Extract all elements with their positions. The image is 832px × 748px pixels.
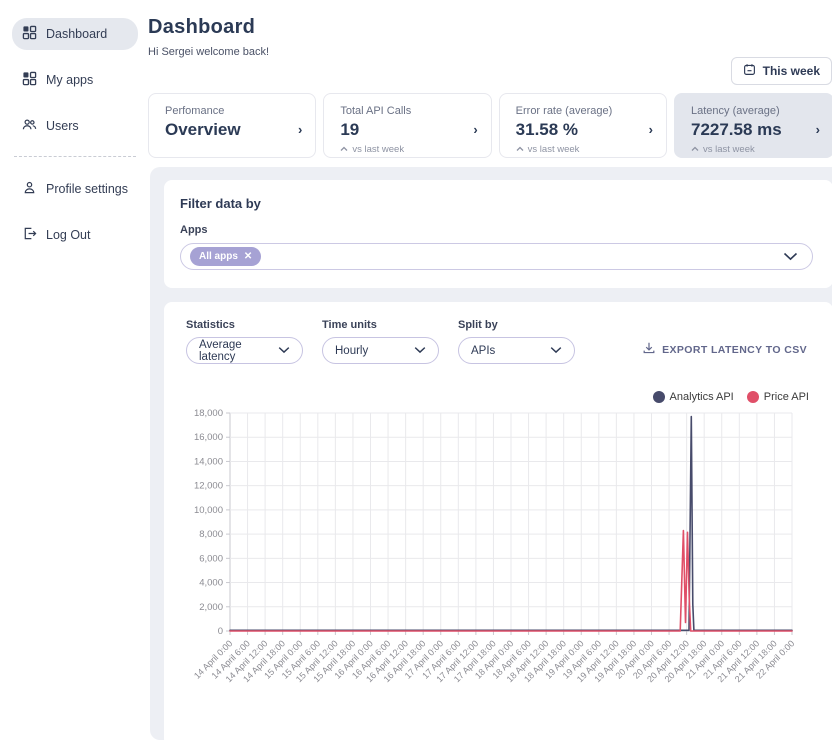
filter-chip-all-apps[interactable]: All apps ✕: [190, 247, 261, 266]
legend-label: Analytics API: [670, 391, 734, 403]
legend-label: Price API: [764, 391, 809, 403]
svg-text:10,000: 10,000: [194, 505, 223, 516]
split-by-select[interactable]: APIs: [458, 337, 575, 364]
sidebar-item-label: My apps: [46, 73, 93, 87]
stat-card-label: Perfomance: [165, 105, 285, 117]
sidebar-item-label: Dashboard: [46, 27, 107, 41]
legend-item: Price API: [747, 391, 809, 403]
export-csv-button[interactable]: EXPORT LATENCY TO CSV: [642, 341, 811, 364]
control-label: Time units: [322, 319, 439, 331]
stat-card-error-rate[interactable]: Error rate (average) 31.58 % vs last wee…: [499, 93, 667, 158]
stat-card-compare: vs last week: [516, 144, 636, 155]
dashboard-panel: Filter data by Apps All apps ✕ Statisti: [150, 167, 832, 740]
stat-card-latency[interactable]: Latency (average) 7227.58 ms vs last wee…: [674, 93, 832, 158]
compare-label: vs last week: [352, 144, 404, 155]
chevron-right-icon[interactable]: ›: [298, 122, 302, 137]
chip-label: All apps: [199, 251, 238, 262]
control-statistics: Statistics Average latency: [186, 319, 303, 364]
chevron-down-icon: [550, 345, 562, 357]
stat-cards-row: Perfomance Overview › Total API Calls 19…: [148, 93, 832, 158]
filter-card: Filter data by Apps All apps ✕: [164, 180, 832, 288]
users-icon: [22, 117, 37, 135]
main-content: Dashboard Hi Sergei welcome back! This w…: [148, 0, 832, 748]
chevron-right-icon[interactable]: ›: [816, 122, 820, 137]
stat-card-label: Latency (average): [691, 105, 803, 117]
user-icon: [22, 180, 37, 198]
control-split-by: Split by APIs: [458, 319, 575, 364]
stat-card-value: 19: [340, 120, 460, 140]
stat-card-compare: vs last week: [691, 144, 803, 155]
grid-icon: [22, 71, 37, 89]
select-value: Average latency: [199, 339, 278, 363]
stat-card-value: 7227.58 ms: [691, 120, 803, 140]
select-value: Hourly: [335, 345, 368, 357]
caret-up-icon: [516, 144, 524, 155]
svg-text:8,000: 8,000: [199, 529, 223, 540]
sidebar-item-label: Log Out: [46, 228, 90, 242]
logout-icon: [22, 226, 37, 244]
chart-controls-row: Statistics Average latency Time units Ho…: [186, 319, 811, 364]
calendar-icon: [743, 63, 756, 79]
period-selector-button[interactable]: This week: [731, 57, 832, 85]
caret-up-icon: [340, 144, 348, 155]
chart-legend: Analytics API Price API: [186, 391, 811, 403]
chevron-down-icon[interactable]: [783, 248, 798, 266]
sidebar-item-profile-settings[interactable]: Profile settings: [12, 173, 138, 205]
stat-card-label: Error rate (average): [516, 105, 636, 117]
time-units-select[interactable]: Hourly: [322, 337, 439, 364]
sidebar-item-label: Profile settings: [46, 182, 128, 196]
stat-card-label: Total API Calls: [340, 105, 460, 117]
chevron-down-icon: [414, 345, 426, 357]
export-label: EXPORT LATENCY TO CSV: [662, 344, 807, 356]
page-title: Dashboard: [148, 16, 832, 39]
apps-select-field[interactable]: All apps ✕: [180, 243, 813, 270]
chevron-right-icon[interactable]: ›: [473, 122, 477, 137]
chart-canvas: 0 2,000 4,000 6,000 8,000 10,000 12,000 14,000 1…: [186, 405, 811, 735]
statistics-select[interactable]: Average latency: [186, 337, 303, 364]
legend-item: Analytics API: [653, 391, 734, 403]
svg-text:6,000: 6,000: [199, 553, 223, 564]
svg-text:12,000: 12,000: [194, 481, 223, 492]
svg-text:16,000: 16,000: [194, 432, 223, 443]
download-icon: [642, 341, 656, 358]
legend-dot: [653, 391, 665, 403]
svg-text:4,000: 4,000: [199, 578, 223, 589]
latency-chart: 0 2,000 4,000 6,000 8,000 10,000 12,000 14,000 1…: [186, 405, 811, 740]
chevron-down-icon: [278, 345, 290, 357]
sidebar: Dashboard My apps Users Profile settings: [0, 0, 148, 748]
control-time-units: Time units Hourly: [322, 319, 439, 364]
sidebar-item-users[interactable]: Users: [12, 110, 138, 142]
svg-text:2,000: 2,000: [199, 602, 223, 613]
svg-text:18,000: 18,000: [194, 408, 223, 419]
caret-up-icon: [691, 144, 699, 155]
stat-card-value: 31.58 %: [516, 120, 636, 140]
stat-card-total-api-calls[interactable]: Total API Calls 19 vs last week ›: [323, 93, 491, 158]
compare-label: vs last week: [703, 144, 755, 155]
sidebar-divider: [14, 156, 136, 157]
header: Dashboard Hi Sergei welcome back! This w…: [148, 0, 832, 93]
control-label: Statistics: [186, 319, 303, 331]
period-selector-label: This week: [763, 64, 820, 78]
close-icon[interactable]: ✕: [244, 252, 252, 262]
greeting-text: Hi Sergei welcome back!: [148, 46, 832, 58]
svg-text:0: 0: [218, 626, 223, 637]
filter-title: Filter data by: [180, 196, 813, 211]
sidebar-item-dashboard[interactable]: Dashboard: [12, 18, 138, 50]
sidebar-item-label: Users: [46, 119, 79, 133]
chevron-right-icon[interactable]: ›: [649, 122, 653, 137]
stat-card-value: Overview: [165, 120, 285, 140]
grid-icon: [22, 25, 37, 43]
compare-label: vs last week: [528, 144, 580, 155]
select-value: APIs: [471, 345, 495, 357]
app-window: Dashboard My apps Users Profile settings: [0, 0, 832, 748]
statistics-card: Statistics Average latency Time units Ho…: [164, 302, 832, 747]
sidebar-item-my-apps[interactable]: My apps: [12, 64, 138, 96]
stat-card-performance[interactable]: Perfomance Overview ›: [148, 93, 316, 158]
stat-card-compare: vs last week: [340, 144, 460, 155]
control-label: Split by: [458, 319, 575, 331]
sidebar-item-log-out[interactable]: Log Out: [12, 219, 138, 251]
svg-text:14,000: 14,000: [194, 456, 223, 467]
apps-label: Apps: [180, 224, 813, 236]
legend-dot: [747, 391, 759, 403]
